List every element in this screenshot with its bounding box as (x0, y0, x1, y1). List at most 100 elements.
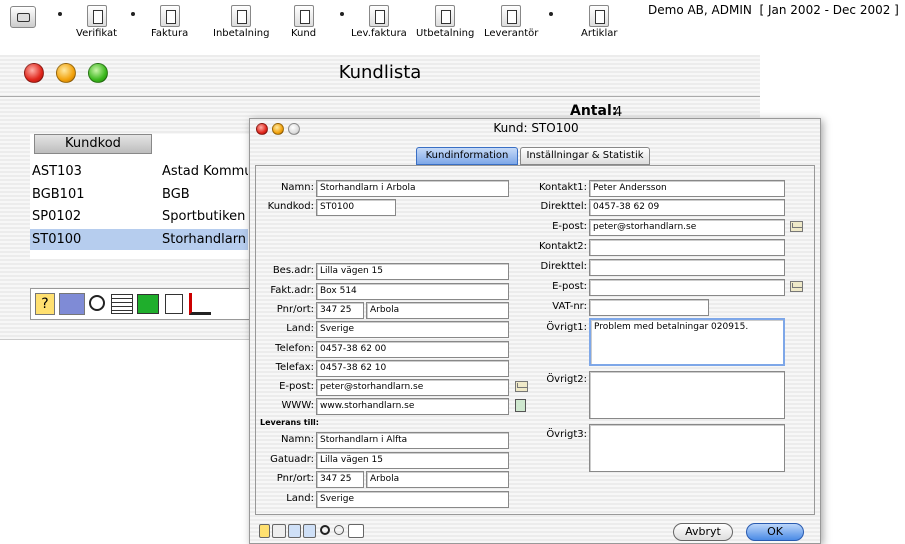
besadr-label: Bes.adr: (272, 265, 314, 276)
direkttel1-field[interactable]: 0457-38 62 09 (589, 199, 785, 216)
web-link-icon[interactable] (515, 399, 526, 412)
email-icon[interactable] (515, 381, 528, 392)
lev-land-label: Land: (286, 493, 314, 504)
previous-record-icon[interactable] (288, 524, 301, 538)
ovrigt2-textarea[interactable] (589, 371, 785, 419)
leverans-section-label: Leverans till: (260, 418, 319, 427)
row-name: BGB (162, 187, 190, 202)
column-header-kundkod[interactable]: Kundkod (34, 134, 152, 154)
add-record-icon[interactable] (137, 294, 159, 314)
kontakt1-label: Kontakt1: (538, 182, 587, 193)
main-toolbar: Verifikat Faktura Inbetalning Kund Lev.f… (0, 0, 905, 40)
kundkod-field[interactable]: ST0100 (316, 199, 396, 216)
list-toolbar: ? (30, 288, 260, 320)
ovrigt1-label: Övrigt1: (546, 322, 587, 333)
www-field[interactable]: www.storhandlarn.se (316, 398, 509, 415)
email-icon[interactable] (790, 281, 803, 292)
document-icon (368, 5, 389, 27)
epost1-field[interactable]: peter@storhandlarn.se (589, 219, 785, 236)
sort-icon[interactable] (189, 293, 211, 315)
toolbar-faktura[interactable]: Faktura (151, 5, 188, 39)
direkttel2-field[interactable] (589, 259, 785, 276)
toolbar-separator (131, 12, 135, 16)
besadr-field[interactable]: Lilla vägen 15 (316, 263, 509, 280)
help-icon[interactable]: ? (35, 293, 55, 315)
toolbar-utbetalning[interactable]: Utbetalning (416, 5, 474, 39)
printer-icon (17, 13, 30, 22)
ort-field[interactable]: Arbola (366, 302, 509, 319)
search-options-icon[interactable] (334, 525, 344, 535)
toolbar-levfaktura[interactable]: Lev.faktura (351, 5, 407, 39)
help-icon[interactable] (259, 524, 270, 538)
pnr-field[interactable]: 347 25 (316, 302, 364, 319)
lev-gatuadr-label: Gatuadr: (270, 454, 314, 465)
list-view-icon[interactable] (348, 524, 364, 538)
namn-field[interactable]: Storhandlarn i Arbola (316, 180, 509, 197)
toolbar-label: Utbetalning (416, 28, 475, 39)
tab-installningar[interactable]: Inställningar & Statistik (520, 147, 650, 165)
ok-button[interactable]: OK (746, 523, 804, 541)
land-field[interactable]: Sverige (316, 321, 509, 338)
duplicate-icon[interactable] (165, 294, 183, 314)
epost-field[interactable]: peter@storhandlarn.se (316, 379, 509, 396)
table-row[interactable]: SP0102 Sportbutiken (30, 206, 248, 227)
table-row[interactable]: BGB101 BGB (30, 184, 248, 205)
row-code: BGB101 (32, 187, 85, 202)
telefax-field[interactable]: 0457-38 62 10 (316, 360, 509, 377)
kund-window: Kund: STO100 Kundinformation Inställning… (249, 118, 821, 544)
toolbar-label: Leverantör (484, 28, 539, 39)
document-icon (159, 5, 180, 27)
toolbar-inbetalning[interactable]: Inbetalning (213, 5, 269, 39)
search-icon[interactable] (320, 525, 330, 535)
lev-gatuadr-field[interactable]: Lilla vägen 15 (316, 452, 509, 469)
toolbar-verifikat[interactable]: Verifikat (76, 5, 117, 39)
email-icon[interactable] (790, 221, 803, 232)
row-code: ST0100 (32, 232, 82, 247)
ovrigt2-label: Övrigt2: (546, 374, 587, 385)
lev-pnrort-label: Pnr/ort: (276, 473, 314, 484)
row-name: Astad Kommun (162, 164, 248, 179)
window-title: Kund: STO100 (493, 121, 579, 135)
vatnr-field[interactable] (589, 299, 709, 316)
count-label: Antal: (570, 103, 618, 119)
row-code: SP0102 (32, 209, 82, 224)
ovrigt1-textarea[interactable]: Problem med betalningar 020915. (589, 318, 785, 366)
toolbar-separator (58, 12, 62, 16)
kontakt1-field[interactable]: Peter Andersson (589, 180, 785, 197)
document-icon (501, 5, 522, 27)
print-button[interactable] (10, 6, 36, 28)
lev-pnr-field[interactable]: 347 25 (316, 471, 364, 488)
faktadr-field[interactable]: Box 514 (316, 283, 509, 300)
row-code: AST103 (32, 164, 82, 179)
view-menu-icon[interactable] (59, 293, 85, 315)
search-icon[interactable] (89, 295, 105, 311)
epost2-label: E-post: (552, 281, 587, 292)
toolbar-artiklar[interactable]: Artiklar (581, 5, 617, 39)
row-name: Storhandlarn (162, 232, 247, 247)
lev-land-field[interactable]: Sverige (316, 491, 509, 508)
tab-kundinformation[interactable]: Kundinformation (416, 147, 518, 165)
direkttel2-label: Direkttel: (540, 261, 587, 272)
document-icon (231, 5, 252, 27)
toolbar-leverantor[interactable]: Leverantör (484, 5, 538, 39)
cancel-button[interactable]: Avbryt (673, 523, 733, 541)
vatnr-label: VAT-nr: (552, 301, 587, 312)
ovrigt3-textarea[interactable] (589, 424, 785, 472)
kontakt2-field[interactable] (589, 239, 785, 256)
next-record-icon[interactable] (303, 524, 316, 538)
faktadr-label: Fakt.adr: (270, 285, 314, 296)
lev-ort-field[interactable]: Arbola (366, 471, 509, 488)
table-row-selected[interactable]: ST0100 Storhandlarn (30, 229, 248, 250)
toolbar-separator (340, 12, 344, 16)
telefon-field[interactable]: 0457-38 62 00 (316, 341, 509, 358)
epost2-field[interactable] (589, 279, 785, 296)
toolbar-separator (549, 12, 553, 16)
toolbar-kund[interactable]: Kund (291, 5, 316, 39)
toolbar-label: Faktura (151, 28, 189, 39)
document-icon (435, 5, 456, 27)
delete-record-icon[interactable] (111, 294, 133, 314)
printer-icon[interactable] (272, 524, 286, 538)
table-row[interactable]: AST103 Astad Kommun (30, 161, 248, 182)
land-label: Land: (286, 323, 314, 334)
lev-namn-field[interactable]: Storhandlarn i Alfta (316, 432, 509, 449)
